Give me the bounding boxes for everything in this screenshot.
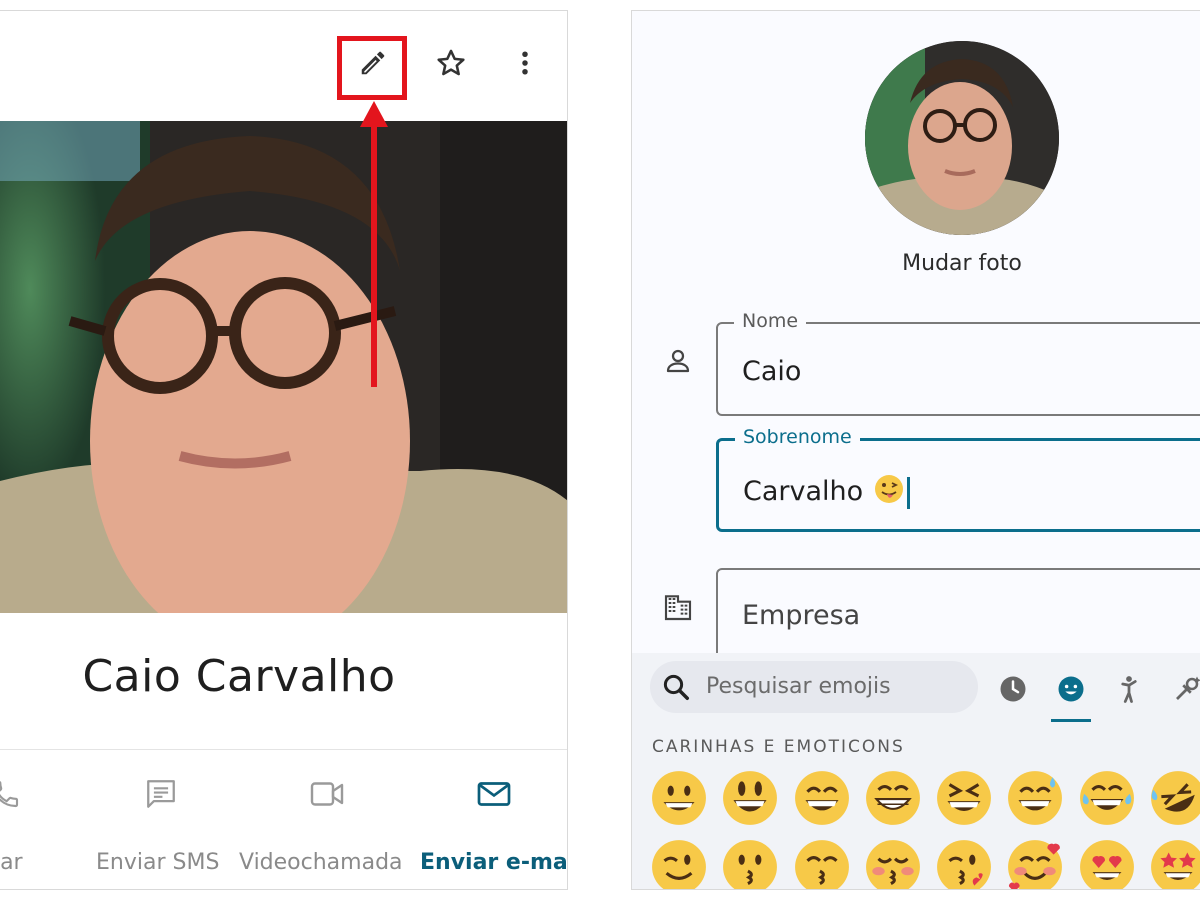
kissing-closed-eyes-emoji-icon[interactable]: [864, 838, 922, 890]
last-name-value-row: Carvalho: [743, 473, 911, 512]
person-icon: [660, 343, 696, 379]
first-name-label: Nome: [734, 310, 807, 332]
mail-icon: [474, 774, 514, 814]
video-label: Videochamada: [239, 850, 403, 875]
smiley-icon: [1058, 676, 1084, 702]
favorite-button[interactable]: [427, 39, 475, 87]
call-label: igar: [0, 850, 23, 875]
grinning-face-emoji-icon[interactable]: [650, 769, 708, 827]
more-vert-icon: [522, 51, 528, 75]
activity-icon: [1176, 676, 1200, 700]
smiling-hearts-emoji-icon[interactable]: [1006, 838, 1064, 890]
tears-of-joy-emoji-icon[interactable]: [1078, 769, 1136, 827]
tongue-emoji-icon: [873, 473, 905, 512]
star-outline-icon: [437, 49, 465, 76]
edit-button[interactable]: [349, 39, 397, 87]
emoji-section-title: CARINHAS E EMOTICONS: [652, 737, 905, 757]
contact-view-panel: Caio Carvalho igar Enviar SMS Videochama…: [0, 10, 568, 890]
beaming-face-emoji-icon[interactable]: [864, 769, 922, 827]
more-options-button[interactable]: [501, 39, 549, 87]
squinting-face-emoji-icon[interactable]: [935, 769, 993, 827]
grinning-smiling-eyes-emoji-icon[interactable]: [793, 769, 851, 827]
change-photo-link[interactable]: Mudar foto: [632, 251, 1200, 276]
email-label: Enviar e-mail: [420, 850, 568, 875]
emoji-search-input[interactable]: Pesquisar emojis: [650, 661, 978, 713]
recent-tab[interactable]: [991, 667, 1035, 711]
contact-name: Caio Carvalho: [82, 651, 396, 702]
text-caret: [907, 476, 911, 509]
person-icon: [1121, 676, 1137, 703]
avatar[interactable]: [865, 41, 1059, 235]
email-action[interactable]: Enviar e-mail: [418, 774, 568, 875]
emoji-picker: Pesquisar emojis CARINHAS E EMOTICONS: [632, 653, 1200, 890]
pencil-icon: [361, 51, 385, 75]
last-name-field[interactable]: Sobrenome Carvalho: [716, 426, 1200, 532]
active-category-indicator: [1051, 719, 1091, 722]
smileys-tab[interactable]: [1049, 667, 1093, 711]
contact-toolbar: [0, 11, 567, 121]
people-tab[interactable]: [1107, 667, 1151, 711]
emoji-grid: [650, 769, 1200, 890]
video-icon: [307, 774, 347, 814]
winking-face-emoji-icon[interactable]: [650, 838, 708, 890]
last-name-label: Sobrenome: [735, 426, 860, 448]
sms-label: Enviar SMS: [96, 850, 220, 875]
first-name-field[interactable]: Nome Caio: [716, 310, 1200, 416]
sms-action[interactable]: Enviar SMS: [96, 774, 226, 875]
contact-photo: [0, 121, 567, 613]
contact-name-row: Caio Carvalho: [0, 613, 567, 750]
search-icon: [658, 669, 694, 705]
recent-icon: [1000, 676, 1026, 702]
first-name-value: Caio: [742, 356, 802, 387]
star-struck-emoji-icon[interactable]: [1149, 838, 1200, 890]
kissing-smiling-eyes-emoji-icon[interactable]: [793, 838, 851, 890]
phone-icon: [0, 774, 30, 814]
call-action[interactable]: igar: [0, 774, 60, 875]
last-name-value: Carvalho: [743, 476, 864, 507]
video-action[interactable]: Videochamada: [239, 774, 414, 875]
grinning-big-eyes-emoji-icon[interactable]: [721, 769, 779, 827]
face-blowing-kiss-emoji-icon[interactable]: [935, 838, 993, 890]
contact-actions: igar Enviar SMS Videochamada Enviar e-ma…: [0, 750, 568, 889]
building-icon: [660, 589, 696, 625]
sweat-smile-emoji-icon[interactable]: [1006, 769, 1064, 827]
kissing-face-emoji-icon[interactable]: [721, 838, 779, 890]
message-icon: [141, 774, 181, 814]
activities-tab[interactable]: [1165, 667, 1200, 711]
contact-edit-panel: Mudar foto Nome Caio Sobrenome Carvalho …: [631, 10, 1200, 890]
red-arrow-annotation: [360, 101, 388, 387]
heart-eyes-emoji-icon[interactable]: [1078, 838, 1136, 890]
company-placeholder: Empresa: [742, 600, 861, 631]
rolling-laughing-emoji-icon[interactable]: [1149, 769, 1200, 827]
emoji-search-placeholder: Pesquisar emojis: [706, 674, 891, 699]
